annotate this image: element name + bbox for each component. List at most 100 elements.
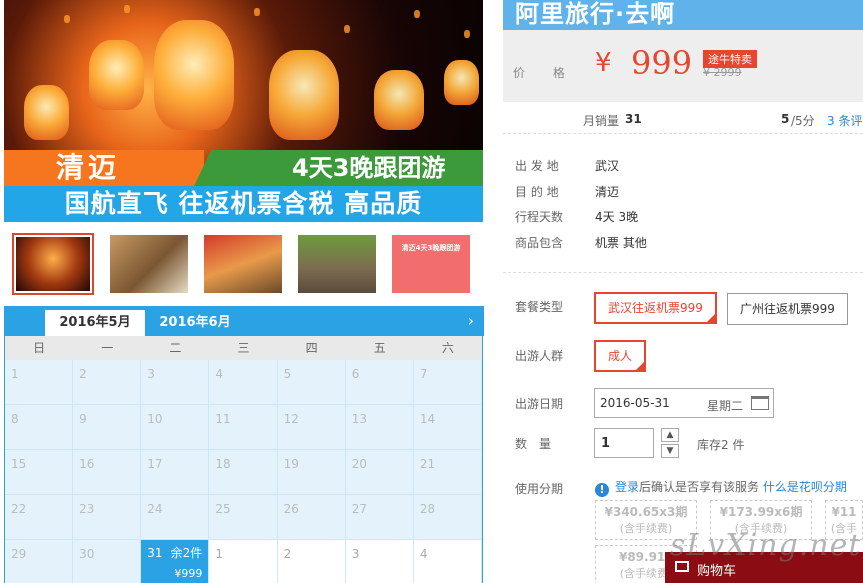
calendar-day: 4 [413, 540, 482, 583]
day-number: 24 [147, 502, 163, 516]
rating-max: /5分 [791, 114, 815, 128]
lantern-decoration [24, 85, 69, 140]
installment-label: 使用分期 [515, 482, 564, 496]
day-number: 15 [11, 457, 27, 471]
calendar-day: 15 [5, 450, 74, 495]
weekday-label: 五 [373, 341, 386, 355]
day-number: 1 [11, 367, 19, 381]
installment-plan[interactable]: ¥340.65x3期 (含手续费) [595, 500, 697, 540]
day-number: 12 [283, 412, 299, 426]
weekday-label: 四 [305, 341, 318, 355]
quantity-increment[interactable]: ▲ [661, 428, 679, 442]
banner-tour-type: 4天3晚跟团游 [292, 154, 446, 182]
day-number: 8 [11, 412, 19, 426]
calendar-day: 13 [345, 405, 414, 450]
weekday-header: 日 一 二 三 四 五 六 [5, 336, 482, 360]
weekday-label: 六 [441, 341, 454, 355]
login-link[interactable]: 登录 [615, 480, 639, 494]
info-value: 机票 其他 [595, 236, 647, 250]
day-number: 18 [215, 457, 231, 471]
calendar-day: 30 [73, 540, 142, 583]
package-option-wuhan[interactable]: 武汉往返机票999 [594, 292, 717, 324]
calendar-day: 28 [413, 495, 482, 540]
travel-date-value: 2016-05-31 [600, 396, 670, 410]
calendar-day: 21 [413, 450, 482, 495]
monthly-sales-value: 31 [625, 112, 642, 126]
banner-city: 清迈 [56, 151, 121, 184]
product-gallery: 清迈 4天3晚跟团游 国航直飞 往返机票含税 高品质 清迈4天3晚跟团游 201… [4, 0, 484, 583]
day-number: 14 [419, 412, 436, 426]
calendar-day: 17 [141, 450, 210, 495]
title-bar: 阿里旅行·去啊 [503, 0, 863, 30]
monthly-sales-label: 月销量 [583, 114, 620, 128]
calendar-day: 8 [5, 405, 74, 450]
info-label: 出 发 地 [515, 159, 559, 173]
tab-june-2016[interactable]: 2016年6月 [145, 310, 245, 336]
info-label: 行程天数 [515, 210, 564, 224]
calendar-icon [751, 396, 769, 410]
weekday-label: 日 [33, 341, 46, 355]
thumbnail[interactable]: 清迈4天3晚跟团游 [390, 233, 472, 295]
chevron-right-icon[interactable]: › [468, 311, 474, 330]
add-to-cart-button[interactable]: 购物车 [665, 552, 863, 583]
weekday-label: 二 [169, 341, 182, 355]
traveler-option-adult[interactable]: 成人 [594, 340, 647, 372]
day-number: 5 [283, 367, 292, 381]
date-calendar: 2016年5月 2016年6月 › 日 一 二 三 四 五 六 12345678… [4, 306, 484, 583]
reviews-link[interactable]: 3 条评 [827, 112, 862, 129]
calendar-day-available[interactable]: 31 余2件 ¥999 [141, 540, 210, 583]
day-price: ¥999 [174, 567, 203, 580]
installment-plan[interactable]: ¥173.99x6期 (含手续费) [710, 500, 812, 540]
weekday-label: 三 [237, 341, 250, 355]
installment-help-link[interactable]: 什么是花呗分期 [763, 480, 847, 494]
lantern-decoration [269, 50, 339, 140]
thumbnail[interactable] [108, 233, 190, 295]
plan-fee: (含手续费) [734, 522, 788, 535]
day-number: 19 [283, 457, 299, 471]
day-number: 3 [351, 547, 360, 561]
day-number: 28 [419, 502, 436, 516]
info-value: 武汉 [595, 159, 620, 173]
product-title: 阿里旅行·去啊 [515, 0, 676, 28]
thumbnail[interactable] [296, 233, 378, 295]
stock-count: 库存2 件 [697, 438, 745, 452]
calendar-day: 3 [345, 540, 414, 583]
calendar-day: 22 [5, 495, 74, 540]
travel-date-picker[interactable]: 2016-05-31 星期二 [594, 388, 774, 418]
calendar-day: 18 [209, 450, 278, 495]
thumbnail[interactable] [12, 233, 94, 295]
package-option-guangzhou[interactable]: 广州往返机票999 [727, 293, 848, 325]
day-number: 9 [79, 412, 87, 426]
calendar-days: 1 2 3 4 5 6 7 8 9 10 11 12 13 14 15 16 17 18 19 20 21 22 23 24 2… [5, 360, 482, 583]
sales-stats: 月销量 31 5 /5分 3 条评 [503, 104, 863, 134]
day-number: 16 [79, 457, 95, 471]
calendar-day: 19 [277, 450, 346, 495]
calendar-day: 14 [413, 405, 482, 450]
day-number: 31 [147, 546, 163, 560]
info-value: 清迈 [595, 185, 620, 199]
calendar-day: 24 [141, 495, 210, 540]
tab-may-2016[interactable]: 2016年5月 [45, 310, 145, 336]
calendar-day: 1 [209, 540, 278, 583]
calendar-day: 6 [345, 360, 414, 405]
divider [503, 272, 863, 273]
banner-subtitle: 国航直飞 往返机票含税 高品质 [64, 189, 423, 218]
lantern-decoration [444, 60, 479, 105]
calendar-day: 25 [209, 495, 278, 540]
day-number: 3 [147, 367, 155, 381]
installment-plan[interactable]: ¥11 (含手 [825, 500, 863, 540]
cart-label: 购物车 [697, 564, 737, 579]
quantity-decrement[interactable]: ▼ [661, 444, 679, 458]
calendar-day: 20 [345, 450, 414, 495]
lantern-decoration [154, 20, 234, 130]
plan-amount: ¥340.65x3期 [604, 505, 688, 519]
calendar-day: 10 [141, 405, 210, 450]
thumbnail[interactable] [202, 233, 284, 295]
day-number: 2 [283, 547, 292, 561]
calendar-day: 7 [413, 360, 482, 405]
thumbnail-caption: 清迈4天3晚跟团游 [401, 244, 461, 252]
plan-fee: (含手续费) [619, 522, 673, 535]
day-number: 11 [215, 412, 231, 426]
quantity-input[interactable] [594, 428, 654, 458]
plan-amount: ¥11 [831, 505, 857, 519]
